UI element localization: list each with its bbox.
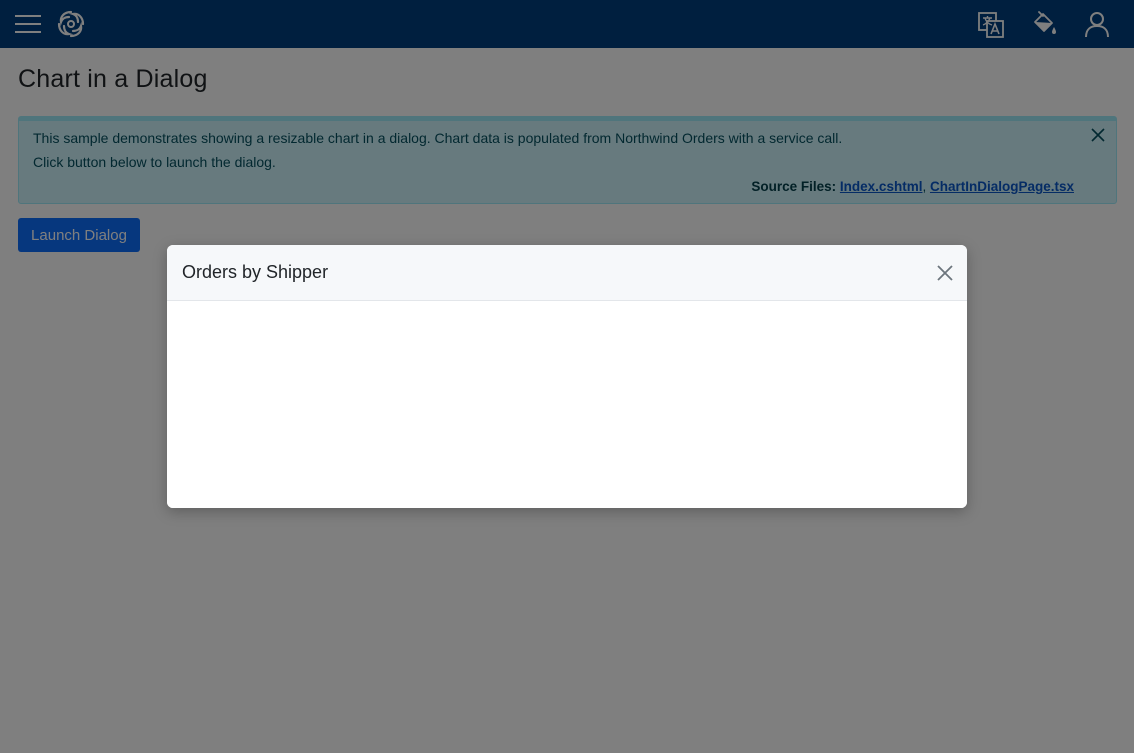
- orders-dialog: Orders by Shipper: [167, 245, 967, 508]
- close-icon[interactable]: [936, 264, 954, 282]
- dialog-header: Orders by Shipper: [167, 245, 967, 301]
- dialog-chart-area: [167, 301, 967, 508]
- dialog-title: Orders by Shipper: [182, 262, 329, 282]
